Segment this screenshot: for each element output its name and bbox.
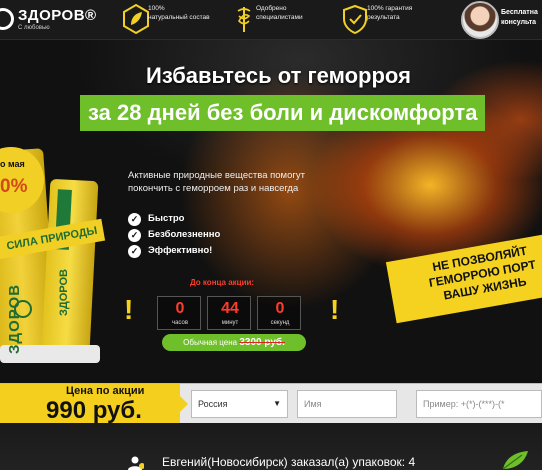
logo-mark-icon <box>0 8 14 30</box>
leaf-icon <box>123 4 149 34</box>
consultation-link[interactable]: Бесплатна консульта <box>461 1 541 39</box>
benefit-item: ✓ Безболезненно <box>128 227 220 243</box>
user-icon <box>128 456 144 470</box>
hero-title: Избавьтесь от геморроя <box>146 63 411 88</box>
timer-hours-value: 0 <box>175 300 185 317</box>
shield-icon <box>343 4 367 34</box>
header: ЗДОРОВ® С любовью 100% натуральный соста… <box>0 0 542 40</box>
caduceus-icon <box>237 7 251 32</box>
badge-date: о мая <box>0 159 25 169</box>
order-notification-bar: Евгений(Новосибирск) заказал(а) упаковок… <box>0 423 542 470</box>
timer-seconds: 0 секунд <box>257 296 301 330</box>
notification-text: Евгений(Новосибирск) заказал(а) упаковок… <box>162 455 416 469</box>
logo[interactable]: ЗДОРОВ® С любовью <box>0 6 96 34</box>
benefit-label: Быстро <box>148 213 185 224</box>
timer-seconds-unit: секунд <box>270 320 290 326</box>
feature-approved-text: специалистами <box>256 14 303 21</box>
timer-seconds-value: 0 <box>275 300 285 317</box>
benefits-list: ✓ Быстро ✓ Безболезненно ✓ Эффективно! <box>128 211 220 259</box>
landing-page: ЗДОРОВ® С любовью 100% натуральный соста… <box>0 0 542 470</box>
product-brand: ЗДОРОВ <box>6 283 23 354</box>
feature-approved-title: Одобрено <box>256 5 287 12</box>
timer-hours: 0 часов <box>157 296 201 330</box>
consultant-avatar <box>461 1 499 39</box>
benefit-label: Безболезненно <box>148 229 221 240</box>
feature-natural-title: 100% <box>148 5 165 12</box>
country-value: Россия <box>198 399 228 409</box>
exclamation-icon: ! <box>124 294 134 325</box>
benefit-label: Эффективно! <box>148 245 213 256</box>
consult-line1: Бесплатна <box>501 9 538 16</box>
leaf-icon <box>502 451 528 470</box>
feature-guarantee-title: 100% гарантия <box>367 5 413 12</box>
promo-price-value: 990 руб. <box>46 397 142 424</box>
check-icon: ✓ <box>128 229 141 242</box>
product-tube-front <box>41 178 99 352</box>
timer-label: До конца акции: <box>190 278 255 287</box>
promo-price-box: Цена по акции 990 руб. <box>0 384 180 424</box>
feature-natural-text: натуральный состав <box>148 14 210 21</box>
hero-description: Активные природные вещества помогут поко… <box>128 170 305 194</box>
consult-line2: консульта <box>501 19 537 26</box>
phone-input[interactable]: Пример: +(*)-(***)-(* <box>416 390 542 418</box>
check-icon: ✓ <box>128 213 141 226</box>
exclamation-icon: ! <box>330 294 340 325</box>
timer-minutes-value: 44 <box>221 300 239 317</box>
hero-subtitle: за 28 дней без боли и дискомфорта <box>80 95 486 131</box>
benefit-item: ✓ Эффективно! <box>128 243 220 259</box>
timer-minutes-unit: минут <box>221 320 239 326</box>
timer-minutes: 44 минут <box>207 296 251 330</box>
phone-placeholder: Пример: +(*)-(***)-(* <box>423 399 505 409</box>
benefit-item: ✓ Быстро <box>128 211 220 227</box>
hexagon-emblem-icon <box>14 300 32 318</box>
promo-price-label: Цена по акции <box>66 385 145 397</box>
order-form: Цена по акции 990 руб. Россия ▼ Имя Прим… <box>0 383 542 424</box>
old-price-value: 3300 руб. <box>239 337 285 348</box>
old-price-label: Обычная цена <box>183 338 238 347</box>
old-price: Обычная цена 3300 руб. <box>162 334 306 351</box>
feature-guarantee-text: результата <box>367 14 400 21</box>
product-brand-small: ЗДОРОВ <box>58 269 70 316</box>
badge-percent: 0% <box>0 176 28 197</box>
slogan-banner: НЕ ПОЗВОЛЯЙТ ГЕМОРРОЮ ПОРТ ВАШУ ЖИЗНЬ <box>385 232 542 324</box>
logo-tagline: С любовью <box>18 25 50 31</box>
name-input[interactable]: Имя <box>297 390 397 418</box>
dropdown-arrow-icon: ▼ <box>273 399 281 408</box>
logo-name: ЗДОРОВ® <box>18 7 97 24</box>
country-select[interactable]: Россия ▼ <box>191 390 288 418</box>
timer-hours-unit: часов <box>171 320 189 326</box>
name-placeholder: Имя <box>304 399 322 409</box>
check-icon: ✓ <box>128 245 141 258</box>
